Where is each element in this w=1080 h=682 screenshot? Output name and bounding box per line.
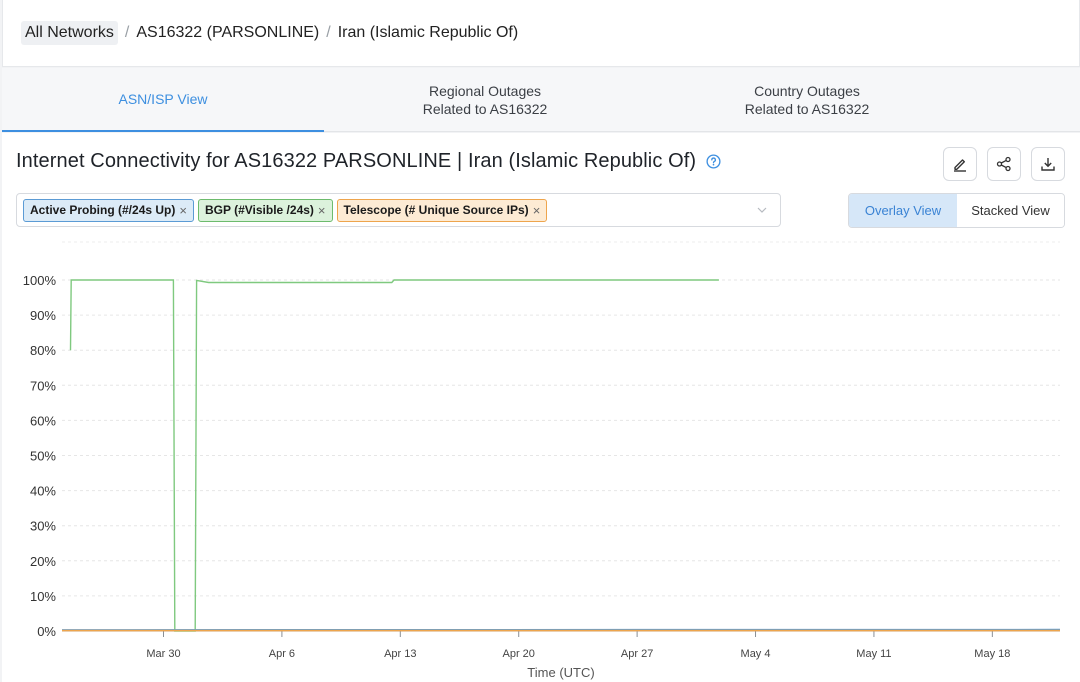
- y-tick-label: 10%: [30, 589, 56, 604]
- tag-active-probing: Active Probing (#/24s Up) ×: [23, 198, 194, 222]
- tag-bgp: BGP (#Visible /24s) ×: [197, 198, 333, 222]
- x-axis-label: Time (UTC): [527, 665, 594, 680]
- x-tick-label: Apr 20: [503, 648, 535, 660]
- edit-button[interactable]: [943, 147, 977, 181]
- connectivity-card: Internet Connectivity for AS16322 PARSON…: [2, 133, 1080, 682]
- page-title: Internet Connectivity for AS16322 PARSON…: [16, 150, 697, 172]
- y-tick-label: 50%: [30, 449, 56, 464]
- y-tick-label: 80%: [30, 343, 56, 358]
- chevron-down-icon[interactable]: [756, 204, 768, 216]
- download-icon: [1041, 158, 1055, 171]
- tag-label: Active Probing (#/24s Up): [30, 203, 176, 217]
- share-button[interactable]: [987, 147, 1021, 181]
- tab-sublabel: Related to AS16322: [744, 101, 870, 117]
- x-tick-label: Mar 30: [146, 648, 180, 660]
- stacked-view-button[interactable]: Stacked View: [957, 194, 1064, 227]
- tab-label: Country Outages: [754, 83, 860, 99]
- remove-tag-button[interactable]: ×: [533, 203, 541, 218]
- download-button[interactable]: [1031, 147, 1065, 181]
- x-axis: Mar 30 Apr 6 Apr 13 Apr 20 Apr 27 May 4 May 11…: [146, 631, 1010, 660]
- x-tick-label: Apr 13: [384, 648, 416, 660]
- x-tick-label: May 11: [856, 648, 891, 660]
- data-source-select[interactable]: Active Probing (#/24s Up) × BGP (#Visibl…: [16, 193, 781, 227]
- y-tick-label: 70%: [30, 378, 56, 393]
- x-tick-label: Apr 27: [621, 648, 653, 660]
- breadcrumb-asn[interactable]: AS16322 (PARSONLINE): [136, 24, 319, 42]
- chart-title-row: Internet Connectivity for AS16322 PARSON…: [16, 150, 721, 173]
- x-tick-label: May 18: [974, 648, 1010, 660]
- tab-country-outages[interactable]: Country Outages Related to AS16322: [646, 68, 968, 132]
- chart-grid: [62, 241, 1060, 632]
- breadcrumb-separator: /: [124, 24, 130, 41]
- y-axis-ticks: 0% 10% 20% 30% 40% 50% 60% 70% 80% 90% 100%: [23, 273, 57, 639]
- breadcrumb: All Networks / AS16322 (PARSONLINE) / Ir…: [2, 0, 1080, 67]
- tab-label: Regional Outages: [428, 83, 542, 99]
- y-tick-label: 40%: [30, 484, 56, 499]
- help-icon[interactable]: [706, 154, 721, 169]
- view-toggle: Overlay View Stacked View: [848, 193, 1065, 228]
- share-icon: [996, 156, 1011, 172]
- breadcrumb-all-networks[interactable]: All Networks: [21, 21, 118, 45]
- remove-tag-button[interactable]: ×: [179, 203, 187, 218]
- edit-icon: [954, 159, 966, 172]
- breadcrumb-country: Iran (Islamic Republic Of): [337, 24, 519, 41]
- x-tick-label: May 4: [741, 648, 771, 660]
- y-tick-label: 20%: [30, 554, 56, 569]
- breadcrumb-separator: /: [326, 24, 331, 41]
- tab-sublabel: Related to AS16322: [422, 101, 548, 117]
- connectivity-chart[interactable]: 0% 10% 20% 30% 40% 50% 60% 70% 80% 90% 100% Mar 30…: [2, 240, 1080, 682]
- overlay-view-button[interactable]: Overlay View: [849, 194, 957, 227]
- tag-telescope: Telescope (# Unique Source IPs) ×: [336, 198, 548, 222]
- view-tabs: ASN/ISP View Regional Outages Related to…: [2, 68, 1080, 132]
- y-tick-label: 0%: [37, 624, 56, 639]
- remove-tag-button[interactable]: ×: [318, 203, 326, 218]
- y-tick-label: 60%: [30, 413, 56, 428]
- tab-regional-outages[interactable]: Regional Outages Related to AS16322: [324, 68, 646, 132]
- y-tick-label: 30%: [30, 519, 56, 534]
- tag-label: Telescope (# Unique Source IPs): [343, 203, 529, 217]
- tab-label: ASN/ISP View: [118, 91, 208, 107]
- tag-label: BGP (#Visible /24s): [204, 203, 314, 217]
- tab-asn-isp-view[interactable]: ASN/ISP View: [2, 68, 324, 132]
- y-tick-label: 90%: [30, 308, 56, 323]
- y-tick-label: 100%: [23, 273, 57, 288]
- x-tick-label: Apr 6: [269, 648, 295, 660]
